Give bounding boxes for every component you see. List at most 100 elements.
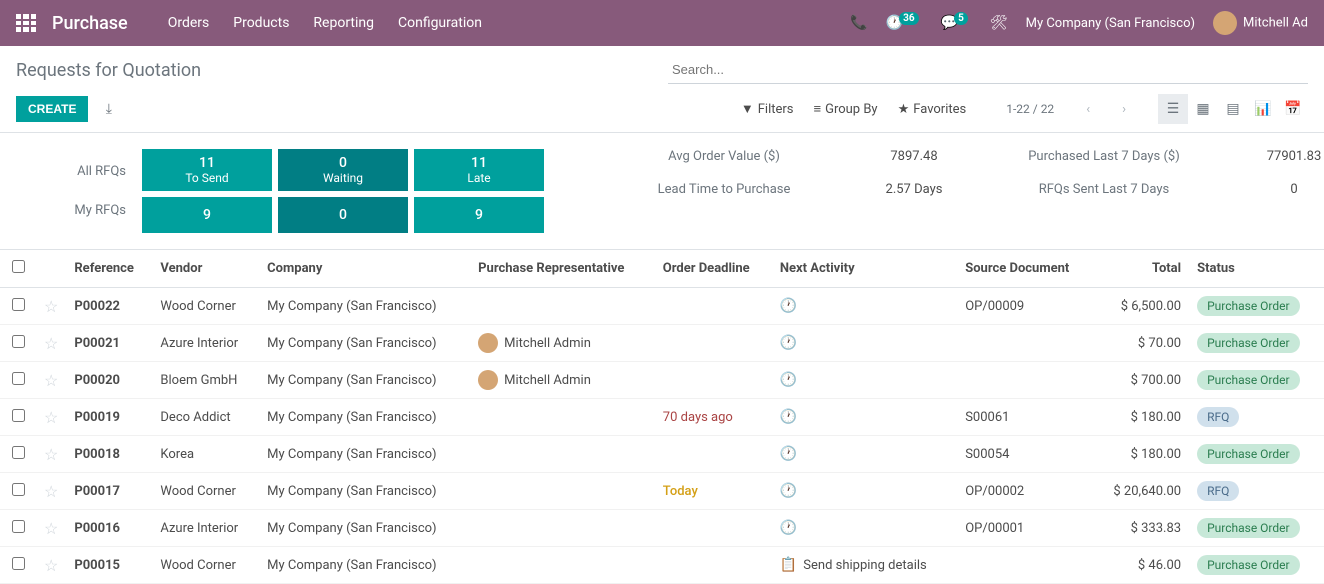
stat-label: Purchased Last 7 Days ($) <box>994 149 1214 164</box>
nav-orders[interactable]: Orders <box>168 15 210 31</box>
star-icon[interactable]: ☆ <box>36 399 66 436</box>
favorites-button[interactable]: ★ Favorites <box>898 102 967 117</box>
row-checkbox[interactable] <box>12 520 25 533</box>
user-menu[interactable]: Mitchell Ad <box>1213 11 1308 35</box>
cell-reference: P00021 <box>66 325 152 362</box>
tile-all-0[interactable]: 11To Send <box>142 149 272 191</box>
cell-deadline <box>655 510 772 547</box>
star-icon[interactable]: ☆ <box>36 473 66 510</box>
clock-icon[interactable]: 🕐 <box>780 298 797 314</box>
star-icon[interactable]: ☆ <box>36 510 66 547</box>
deadline-text: 70 days ago <box>663 410 733 425</box>
label-all-rfqs[interactable]: All RFQs <box>16 164 126 179</box>
control-panel: Requests for Quotation CREATE ⤓ ▼ Filter… <box>0 46 1324 133</box>
select-all-checkbox[interactable] <box>12 260 25 273</box>
pager-text[interactable]: 1-22 / 22 <box>1006 102 1054 116</box>
col-activity[interactable]: Next Activity <box>772 250 957 288</box>
row-checkbox[interactable] <box>12 557 25 570</box>
col-total[interactable]: Total <box>1094 250 1189 288</box>
cell-vendor: Wood Corner <box>152 473 259 510</box>
row-checkbox[interactable] <box>12 483 25 496</box>
table-row[interactable]: ☆P00019Deco AddictMy Company (San Franci… <box>0 399 1324 436</box>
cell-status: Purchase Order <box>1189 510 1324 547</box>
app-title[interactable]: Purchase <box>52 13 128 34</box>
dashboard: All RFQs My RFQs 11To Send90Waiting011La… <box>0 133 1324 250</box>
col-status[interactable]: Status <box>1189 250 1324 288</box>
nav-products[interactable]: Products <box>233 15 289 31</box>
view-calendar[interactable]: 📅 <box>1278 94 1308 124</box>
stat-value: 0 <box>1224 182 1324 197</box>
table-row[interactable]: ☆P00016Azure InteriorMy Company (San Fra… <box>0 510 1324 547</box>
cell-total: $ 70.00 <box>1094 325 1189 362</box>
company-switcher[interactable]: My Company (San Francisco) <box>1026 16 1195 31</box>
row-checkbox[interactable] <box>12 298 25 311</box>
clock-icon[interactable]: 🕐 <box>780 335 797 351</box>
table-row[interactable]: ☆P00022Wood CornerMy Company (San Franci… <box>0 288 1324 325</box>
pager-next[interactable]: › <box>1122 102 1126 117</box>
row-checkbox[interactable] <box>12 446 25 459</box>
col-rep[interactable]: Purchase Representative <box>470 250 655 288</box>
cell-rep <box>470 547 655 584</box>
view-pivot[interactable]: ▤ <box>1218 94 1248 124</box>
clock-icon[interactable]: 🕐 <box>780 520 797 536</box>
col-vendor[interactable]: Vendor <box>152 250 259 288</box>
star-icon[interactable]: ☆ <box>36 436 66 473</box>
col-reference[interactable]: Reference <box>66 250 152 288</box>
table-row[interactable]: ☆P00017Wood CornerMy Company (San Franci… <box>0 473 1324 510</box>
table-header: Reference Vendor Company Purchase Repres… <box>0 250 1324 288</box>
row-checkbox[interactable] <box>12 372 25 385</box>
table-row[interactable]: ☆P00021Azure InteriorMy Company (San Fra… <box>0 325 1324 362</box>
star-icon[interactable]: ☆ <box>36 362 66 399</box>
col-source[interactable]: Source Document <box>957 250 1094 288</box>
view-graph[interactable]: 📊 <box>1248 94 1278 124</box>
create-button[interactable]: CREATE <box>16 96 88 122</box>
apps-icon[interactable] <box>16 14 36 32</box>
download-icon[interactable]: ⤓ <box>106 101 112 117</box>
col-deadline[interactable]: Order Deadline <box>655 250 772 288</box>
cell-deadline <box>655 362 772 399</box>
status-badge: Purchase Order <box>1197 370 1300 390</box>
cell-vendor: Azure Interior <box>152 325 259 362</box>
phone-icon[interactable]: 📞 <box>850 15 867 31</box>
table-row[interactable]: ☆P00018KoreaMy Company (San Francisco)🕐S… <box>0 436 1324 473</box>
chat-icon[interactable]: 💬5 <box>941 15 972 31</box>
pager-prev[interactable]: ‹ <box>1086 102 1090 117</box>
clock-icon[interactable]: 🕐 <box>780 372 797 388</box>
row-checkbox[interactable] <box>12 335 25 348</box>
timer-icon[interactable]: 🕐36 <box>886 15 923 31</box>
filters-button[interactable]: ▼ Filters <box>741 101 794 117</box>
row-checkbox[interactable] <box>12 409 25 422</box>
clock-icon[interactable]: 🕐 <box>780 483 797 499</box>
star-icon[interactable]: ☆ <box>36 547 66 584</box>
cell-vendor: Azure Interior <box>152 510 259 547</box>
status-badge: RFQ <box>1197 481 1239 501</box>
table-row[interactable]: ☆P00020Bloem GmbHMy Company (San Francis… <box>0 362 1324 399</box>
cell-status: Purchase Order <box>1189 325 1324 362</box>
col-company[interactable]: Company <box>259 250 470 288</box>
cell-rep <box>470 399 655 436</box>
avatar-icon <box>478 370 498 390</box>
activity-icon[interactable]: 📋 <box>780 557 797 573</box>
tile-my-2[interactable]: 9 <box>414 197 544 233</box>
nav-configuration[interactable]: Configuration <box>398 15 482 31</box>
star-icon[interactable]: ☆ <box>36 325 66 362</box>
cell-reference: P00019 <box>66 399 152 436</box>
tile-all-2[interactable]: 11Late <box>414 149 544 191</box>
view-kanban[interactable]: ▦ <box>1188 94 1218 124</box>
cell-source <box>957 362 1094 399</box>
cell-activity: 🕐 <box>772 288 957 325</box>
search-input[interactable] <box>668 56 1308 84</box>
debug-icon[interactable]: 🛠 <box>990 15 1008 31</box>
star-icon[interactable]: ☆ <box>36 288 66 325</box>
groupby-button[interactable]: ≡ Group By <box>814 101 878 117</box>
clock-icon[interactable]: 🕐 <box>780 409 797 425</box>
tile-all-1[interactable]: 0Waiting <box>278 149 408 191</box>
label-my-rfqs[interactable]: My RFQs <box>16 203 126 218</box>
tile-my-0[interactable]: 9 <box>142 197 272 233</box>
table-row[interactable]: ☆P00015Wood CornerMy Company (San Franci… <box>0 547 1324 584</box>
nav-reporting[interactable]: Reporting <box>313 15 374 31</box>
view-list[interactable]: ☰ <box>1158 94 1188 124</box>
tile-my-1[interactable]: 0 <box>278 197 408 233</box>
clock-icon[interactable]: 🕐 <box>780 446 797 462</box>
cell-rep <box>470 510 655 547</box>
